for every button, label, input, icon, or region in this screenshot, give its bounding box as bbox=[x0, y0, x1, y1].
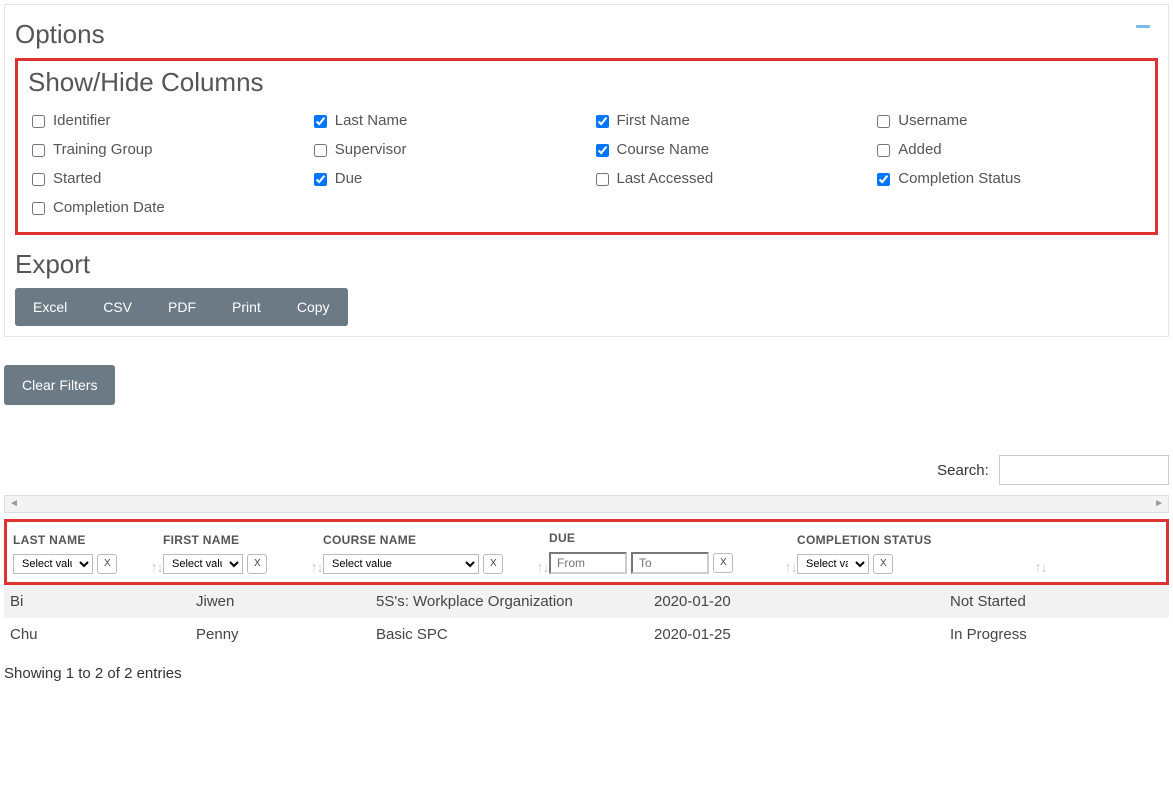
cell-last-name: Bi bbox=[10, 593, 196, 610]
sort-icon[interactable]: ↑↓ bbox=[311, 562, 323, 572]
clear-filter-first-name[interactable]: X bbox=[247, 554, 267, 574]
column-checkbox[interactable] bbox=[877, 115, 890, 128]
filter-due-from[interactable] bbox=[549, 552, 627, 574]
showhide-heading: Show/Hide Columns bbox=[28, 67, 1145, 98]
search-row: Search: bbox=[4, 455, 1169, 485]
column-toggle: Training Group bbox=[28, 141, 300, 160]
column-toggle: Course Name bbox=[592, 141, 864, 160]
column-toggle: Started bbox=[28, 170, 300, 189]
cell-first-name: Penny bbox=[196, 626, 376, 643]
search-label: Search: bbox=[937, 462, 989, 479]
column-toggle: Added bbox=[873, 141, 1145, 160]
column-label[interactable]: Identifier bbox=[53, 112, 111, 129]
filter-due-to[interactable] bbox=[631, 552, 709, 574]
cell-completion-status: In Progress bbox=[950, 626, 1148, 643]
column-checkbox[interactable] bbox=[596, 173, 609, 186]
column-checkbox[interactable] bbox=[877, 173, 890, 186]
scroll-right-icon[interactable]: ► bbox=[1154, 498, 1164, 509]
clear-filter-due[interactable]: X bbox=[713, 553, 733, 573]
col-header-course-name: COURSE NAME Select value X ↑↓ bbox=[323, 532, 549, 574]
column-label[interactable]: First Name bbox=[617, 112, 690, 129]
column-checkbox[interactable] bbox=[32, 115, 45, 128]
column-label[interactable]: Due bbox=[335, 170, 363, 187]
showhide-section: Show/Hide Columns Identifier Last Name Fir… bbox=[15, 58, 1158, 235]
column-label[interactable]: Last Accessed bbox=[617, 170, 714, 187]
column-checkbox[interactable] bbox=[877, 144, 890, 157]
column-checkbox[interactable] bbox=[314, 115, 327, 128]
collapse-icon[interactable] bbox=[1136, 25, 1150, 28]
scroll-left-icon[interactable]: ◄ bbox=[9, 498, 19, 509]
column-label[interactable]: Supervisor bbox=[335, 141, 407, 158]
filter-first-name[interactable]: Select value bbox=[163, 554, 243, 574]
filter-completion-status[interactable]: Select value bbox=[797, 554, 869, 574]
column-toggle: Due bbox=[310, 170, 582, 189]
col-header-completion-status: COMPLETION STATUS Select value X ↑↓ bbox=[797, 532, 1047, 574]
table-row: ChuPennyBasic SPC2020-01-25In Progress bbox=[4, 618, 1169, 651]
entries-info: Showing 1 to 2 of 2 entries bbox=[4, 665, 1169, 682]
sort-icon[interactable]: ↑↓ bbox=[1035, 562, 1047, 572]
clear-filter-completion-status[interactable]: X bbox=[873, 554, 893, 574]
column-label[interactable]: Last Name bbox=[335, 112, 408, 129]
cell-due: 2020-01-20 bbox=[654, 593, 950, 610]
column-label[interactable]: Username bbox=[898, 112, 967, 129]
search-input[interactable] bbox=[999, 455, 1169, 485]
export-print-button[interactable]: Print bbox=[214, 288, 279, 326]
col-header-last-name: LAST NAME Select value X ↑↓ bbox=[13, 532, 163, 574]
sort-icon[interactable]: ↑↓ bbox=[785, 562, 797, 572]
column-checkbox[interactable] bbox=[32, 173, 45, 186]
column-checkbox[interactable] bbox=[314, 144, 327, 157]
column-toggle: Last Name bbox=[310, 112, 582, 131]
filter-course-name[interactable]: Select value bbox=[323, 554, 479, 574]
column-checkbox[interactable] bbox=[314, 173, 327, 186]
column-toggle: Username bbox=[873, 112, 1145, 131]
col-header-due: DUE X ↑↓ bbox=[549, 530, 797, 574]
clear-filters-button[interactable]: Clear Filters bbox=[4, 365, 115, 405]
column-label[interactable]: Completion Date bbox=[53, 199, 165, 216]
filter-last-name[interactable]: Select value bbox=[13, 554, 93, 574]
column-toggle: Completion Date bbox=[28, 199, 300, 218]
clear-filter-course-name[interactable]: X bbox=[483, 554, 503, 574]
column-checkbox[interactable] bbox=[596, 144, 609, 157]
table-header-row: LAST NAME Select value X ↑↓ FIRST NAME S… bbox=[4, 519, 1169, 585]
column-label[interactable]: Completion Status bbox=[898, 170, 1021, 187]
column-label[interactable]: Added bbox=[898, 141, 941, 158]
cell-course-name: 5S's: Workplace Organization bbox=[376, 593, 654, 610]
columns-grid: Identifier Last Name First Name Username Tra… bbox=[28, 106, 1145, 218]
export-heading: Export bbox=[15, 249, 1158, 280]
cell-completion-status: Not Started bbox=[950, 593, 1148, 610]
column-label[interactable]: Course Name bbox=[617, 141, 710, 158]
column-checkbox[interactable] bbox=[596, 115, 609, 128]
export-button-group: ExcelCSVPDFPrintCopy bbox=[15, 288, 348, 326]
cell-due: 2020-01-25 bbox=[654, 626, 950, 643]
column-toggle: Completion Status bbox=[873, 170, 1145, 189]
col-header-first-name: FIRST NAME Select value X ↑↓ bbox=[163, 532, 323, 574]
sort-icon[interactable]: ↑↓ bbox=[151, 562, 163, 572]
report-table: LAST NAME Select value X ↑↓ FIRST NAME S… bbox=[4, 519, 1169, 682]
export-excel-button[interactable]: Excel bbox=[15, 288, 85, 326]
options-heading: Options bbox=[15, 19, 1158, 50]
horizontal-scrollbar[interactable]: ◄ ► bbox=[4, 495, 1169, 513]
cell-last-name: Chu bbox=[10, 626, 196, 643]
column-toggle: Identifier bbox=[28, 112, 300, 131]
column-toggle: First Name bbox=[592, 112, 864, 131]
column-checkbox[interactable] bbox=[32, 202, 45, 215]
cell-first-name: Jiwen bbox=[196, 593, 376, 610]
column-toggle: Supervisor bbox=[310, 141, 582, 160]
clear-filter-last-name[interactable]: X bbox=[97, 554, 117, 574]
export-pdf-button[interactable]: PDF bbox=[150, 288, 214, 326]
export-copy-button[interactable]: Copy bbox=[279, 288, 348, 326]
options-panel: Options Show/Hide Columns Identifier Last… bbox=[4, 4, 1169, 337]
column-label[interactable]: Training Group bbox=[53, 141, 153, 158]
sort-icon[interactable]: ↑↓ bbox=[537, 562, 549, 572]
export-csv-button[interactable]: CSV bbox=[85, 288, 150, 326]
column-checkbox[interactable] bbox=[32, 144, 45, 157]
column-toggle: Last Accessed bbox=[592, 170, 864, 189]
column-label[interactable]: Started bbox=[53, 170, 101, 187]
cell-course-name: Basic SPC bbox=[376, 626, 654, 643]
table-row: BiJiwen5S's: Workplace Organization2020-… bbox=[4, 585, 1169, 618]
